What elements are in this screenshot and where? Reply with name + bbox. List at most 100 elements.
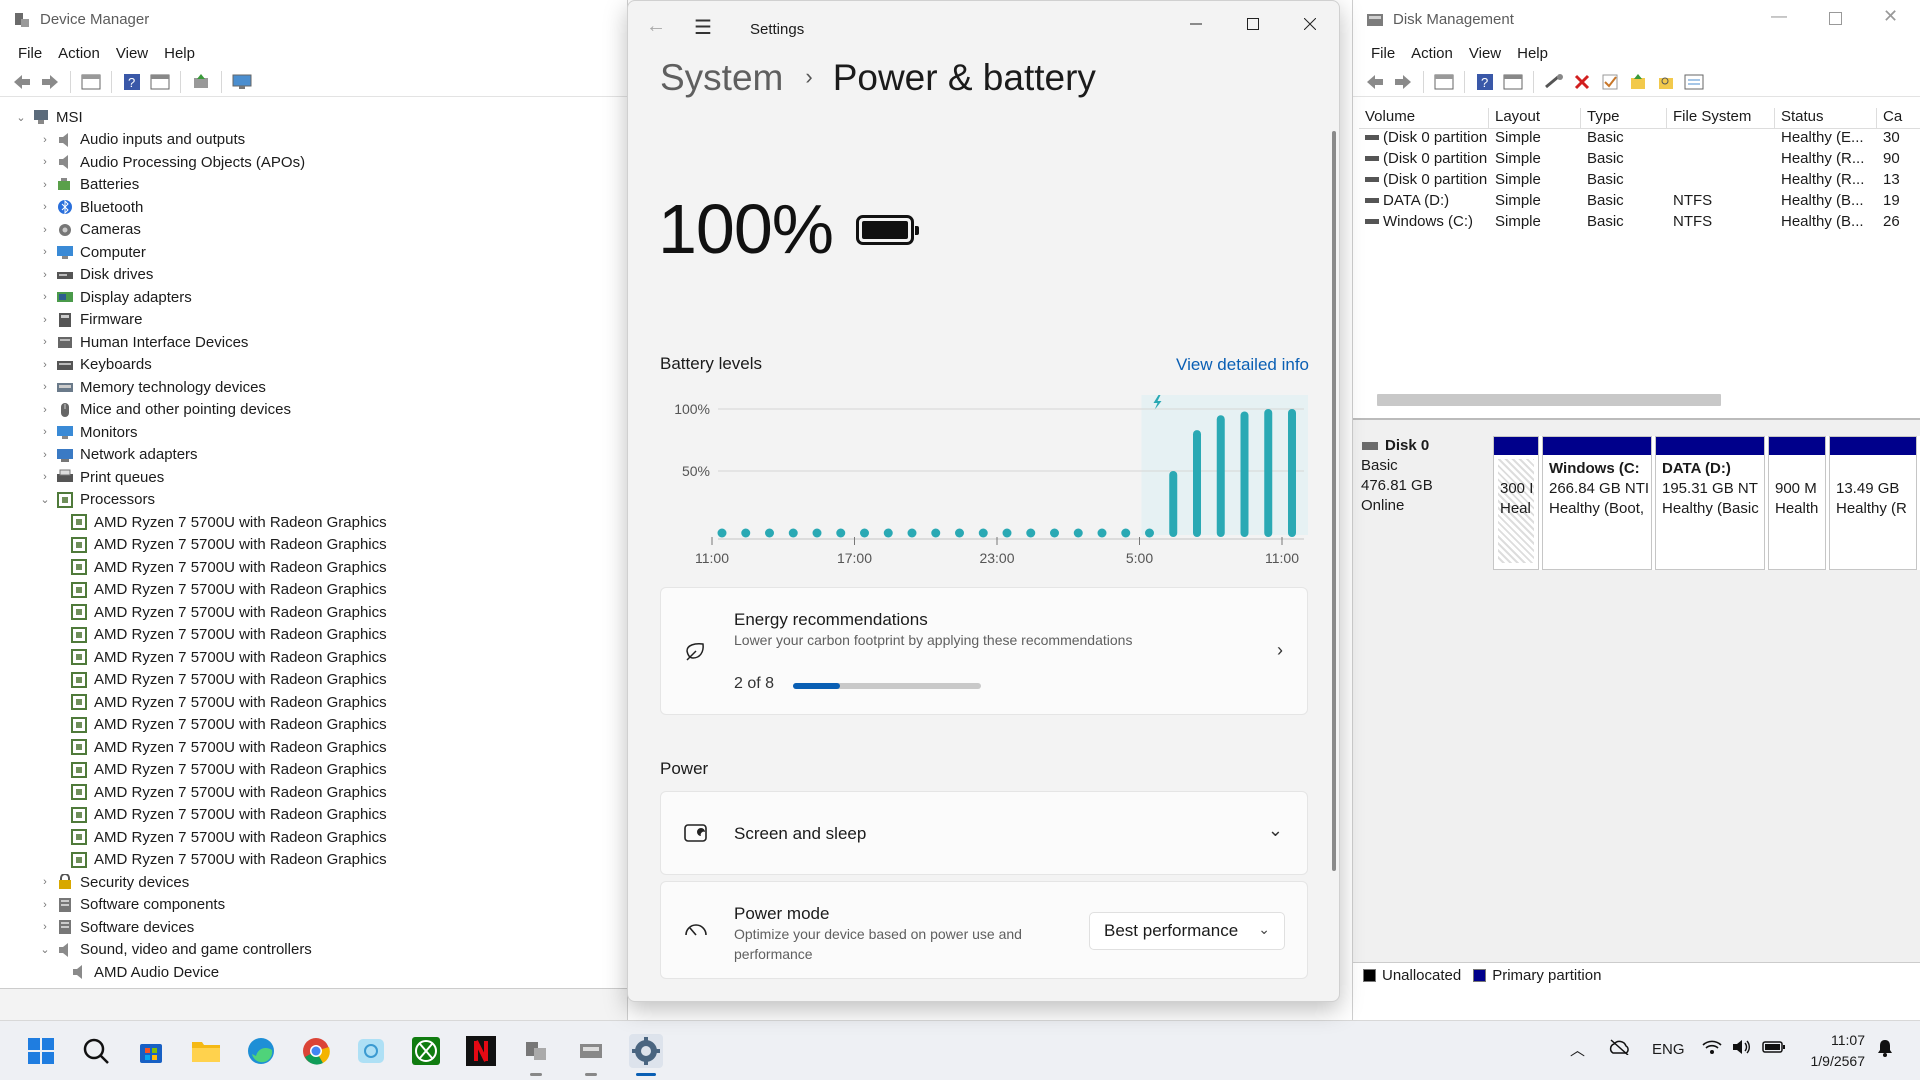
maximize-button[interactable] [1225,9,1281,39]
tree-device[interactable]: AMD Ryzen 7 5700U with Radeon Graphics [0,646,627,669]
partition-block[interactable]: 300 I Heal [1493,436,1539,570]
tree-category[interactable]: › Human Interface Devices [0,331,627,354]
properties-icon[interactable] [1501,71,1525,93]
tree-category[interactable]: › Monitors [0,421,627,444]
help-icon[interactable]: ? [1473,71,1497,93]
expand-chevron-icon[interactable]: › [38,224,52,236]
tree-category[interactable]: › Audio Processing Objects (APOs) [0,151,627,174]
table-row[interactable]: Windows (C:) Simple Basic NTFS Healthy (B...… [1359,213,1920,234]
disk-management-icon[interactable] [574,1034,608,1068]
horizontal-scrollbar[interactable] [1377,394,1721,406]
tree-device[interactable]: AMD Ryzen 7 5700U with Radeon Graphics [0,691,627,714]
collapse-chevron-icon[interactable]: ⌄ [14,111,28,124]
tree-category[interactable]: › Bluetooth [0,196,627,219]
tree-category-processors[interactable]: ⌄ Processors [0,489,627,512]
view-list-icon[interactable] [1682,71,1706,93]
expand-chevron-icon[interactable]: › [38,269,52,281]
properties-icon[interactable] [148,71,172,93]
expand-chevron-icon[interactable]: › [38,156,52,168]
tree-category[interactable]: › Software components [0,894,627,917]
expand-chevron-icon[interactable]: › [38,359,52,371]
column-header[interactable]: Status [1775,108,1877,128]
screen-and-sleep-card[interactable]: Screen and sleep ⌄ [660,791,1308,875]
tree-device[interactable]: AMD Ryzen 7 5700U with Radeon Graphics [0,624,627,647]
disk-label[interactable]: Disk 0 Basic 476.81 GB Online [1361,436,1487,570]
tree-category[interactable]: › Firmware [0,309,627,332]
expand-chevron-icon[interactable]: › [38,179,52,191]
column-header[interactable]: File System [1667,108,1775,128]
language-indicator[interactable]: ENG [1652,1041,1685,1058]
tree-device[interactable]: AMD Audio Device [0,961,627,984]
tree-category[interactable]: › Computer [0,241,627,264]
tree-category[interactable]: › Disk drives [0,264,627,287]
connect-icon[interactable] [1542,71,1566,93]
power-mode-dropdown[interactable]: Best performance ⌄ [1089,912,1285,950]
expand-chevron-icon[interactable]: › [38,921,52,933]
expand-chevron-icon[interactable]: › [38,134,52,146]
expand-chevron-icon[interactable]: › [38,404,52,416]
tree-device[interactable]: AMD Ryzen 7 5700U with Radeon Graphics [0,511,627,534]
expand-chevron-icon[interactable]: › [38,381,52,393]
tree-device[interactable]: AMD Ryzen 7 5700U with Radeon Graphics [0,781,627,804]
chevron-up-icon[interactable]: ︿ [1570,1039,1585,1060]
delete-icon[interactable] [1570,71,1594,93]
breadcrumb-parent[interactable]: System [660,57,783,99]
onedrive-offline-icon[interactable] [1608,1039,1630,1059]
menu-file[interactable]: File [1365,45,1405,62]
back-arrow-icon[interactable] [1363,71,1387,93]
tree-device[interactable]: AMD Ryzen 7 5700U with Radeon Graphics [0,714,627,737]
tree-device[interactable]: AMD Ryzen 7 5700U with Radeon Graphics [0,534,627,557]
back-arrow-icon[interactable]: ← [646,15,666,38]
tree-category[interactable]: › Mice and other pointing devices [0,399,627,422]
partition-block[interactable]: 900 M Health [1768,436,1826,570]
expand-chevron-icon[interactable]: › [38,201,52,213]
partition-block[interactable]: DATA (D:) 195.31 GB NT Healthy (Basic [1655,436,1765,570]
tree-category[interactable]: › Software devices [0,916,627,939]
vertical-scrollbar[interactable] [1332,131,1336,871]
expand-chevron-icon[interactable]: › [38,426,52,438]
collapse-chevron-icon[interactable]: ⌄ [38,943,52,956]
tree-device[interactable]: AMD Ryzen 7 5700U with Radeon Graphics [0,736,627,759]
menu-help[interactable]: Help [158,45,205,62]
store-icon[interactable] [134,1034,168,1068]
show-hide-tree-icon[interactable] [1432,71,1456,93]
expand-chevron-icon[interactable]: › [38,314,52,326]
hamburger-menu-icon[interactable]: ☰ [694,15,712,40]
check-icon[interactable] [1598,71,1622,93]
search-icon[interactable] [79,1034,113,1068]
menu-view[interactable]: View [1463,45,1511,62]
close-button[interactable]: ✕ [1883,6,1898,27]
menu-action[interactable]: Action [52,45,110,62]
notification-bell-icon[interactable] [1876,1039,1894,1061]
column-header[interactable]: Type [1581,108,1667,128]
update-driver-icon[interactable] [189,71,213,93]
collapse-chevron-icon[interactable]: ⌄ [38,493,52,506]
device-manager-icon[interactable] [519,1034,553,1068]
tree-category[interactable]: › Memory technology devices [0,376,627,399]
view-detailed-info-link[interactable]: View detailed info [1176,355,1309,375]
tree-device[interactable]: AMD Ryzen 7 5700U with Radeon Graphics [0,759,627,782]
show-hide-tree-icon[interactable] [79,71,103,93]
search-folder-icon[interactable] [1654,71,1678,93]
table-row[interactable]: (Disk 0 partition 1) Simple Basic Healthy (… [1359,129,1920,150]
minimize-button[interactable] [1168,9,1224,39]
tree-device[interactable]: AMD Ryzen 7 5700U with Radeon Graphics [0,556,627,579]
tree-category[interactable]: › Keyboards [0,354,627,377]
back-arrow-icon[interactable] [10,71,34,93]
help-icon[interactable]: ? [120,71,144,93]
chrome-icon[interactable] [299,1034,333,1068]
tree-category[interactable]: › Batteries [0,174,627,197]
minimize-button[interactable]: — [1771,8,1787,26]
column-header[interactable]: Volume [1359,108,1489,128]
tree-category[interactable]: › Network adapters [0,444,627,467]
tree-device[interactable]: AMD Ryzen 7 5700U with Radeon Graphics [0,669,627,692]
start-icon[interactable] [24,1034,58,1068]
menu-help[interactable]: Help [1511,45,1558,62]
clock[interactable]: 11:07 1/9/2567 [1811,1030,1866,1072]
expand-chevron-icon[interactable]: › [38,876,52,888]
settings-icon[interactable] [629,1034,663,1068]
photos-icon[interactable] [354,1034,388,1068]
table-row[interactable]: (Disk 0 partition 4) Simple Basic Healthy (… [1359,150,1920,171]
edge-icon[interactable] [244,1034,278,1068]
partition-block[interactable]: Windows (C: 266.84 GB NTI Healthy (Boot, [1542,436,1652,570]
